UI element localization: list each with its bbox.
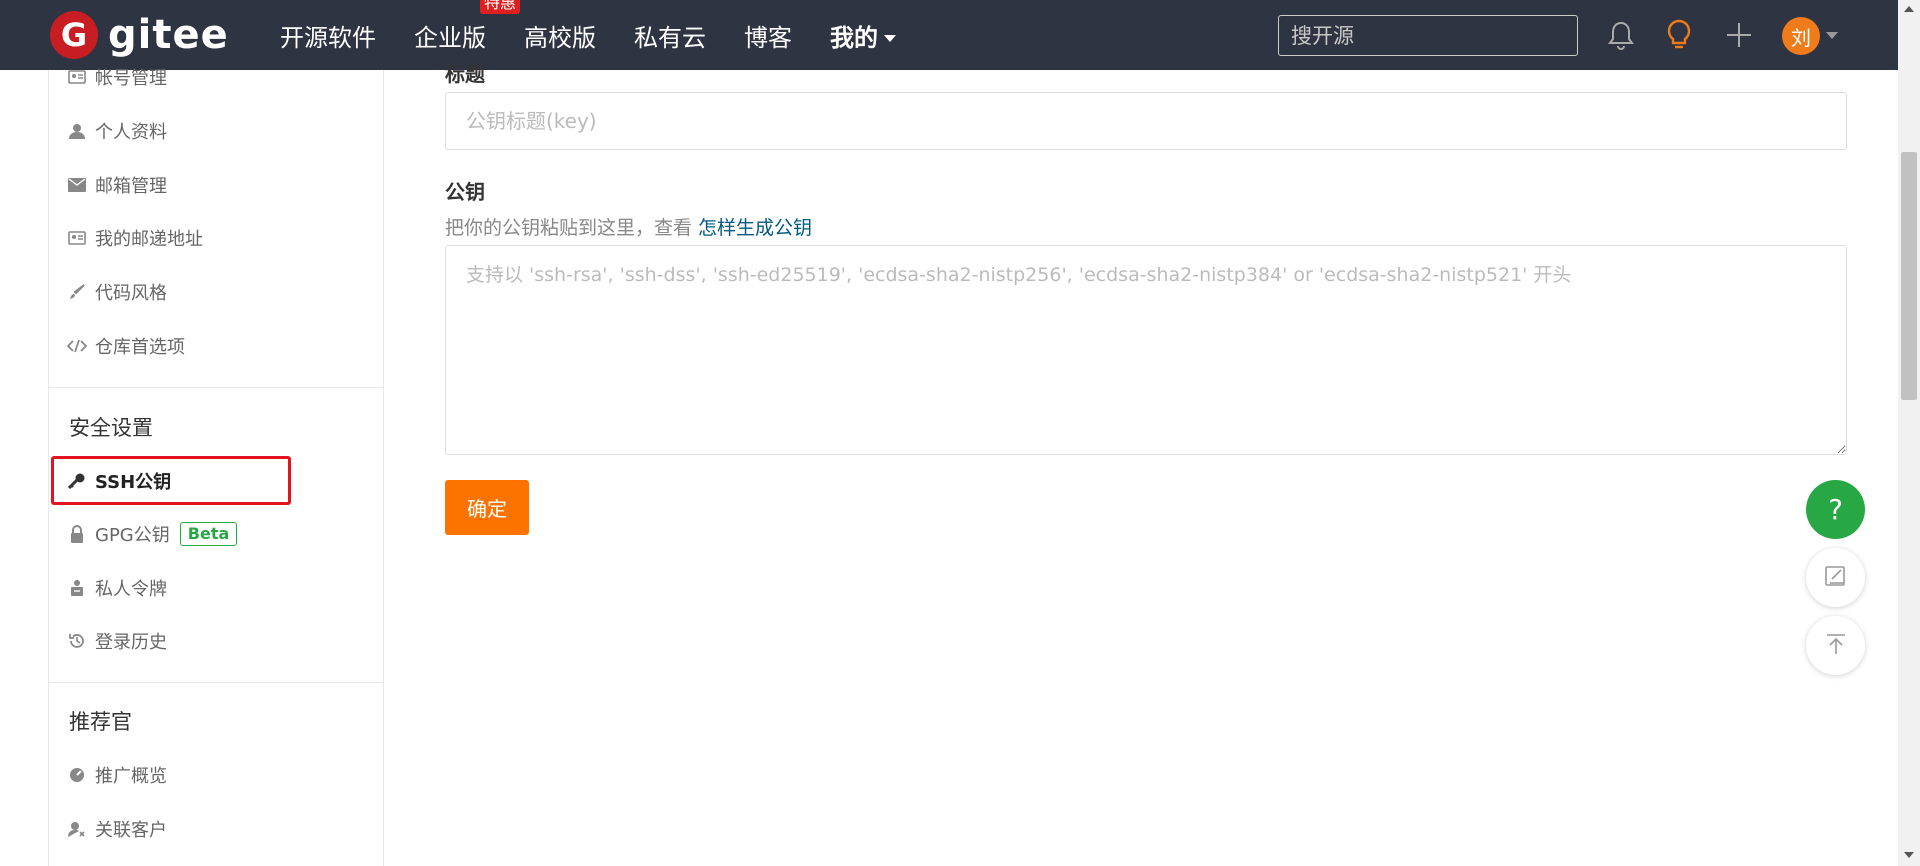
search-input[interactable]	[1278, 15, 1578, 56]
chevron-down-icon	[884, 35, 896, 42]
scroll-thumb[interactable]	[1901, 152, 1917, 400]
public-key-label: 公钥	[445, 180, 485, 204]
settings-sidebar: 帐号管理 个人资料 邮箱管理 我的邮递地址 代码风格 仓库首选项 安全设置 SS…	[48, 68, 384, 866]
sidebar-item-address[interactable]: 我的邮递地址	[67, 225, 203, 251]
help-button[interactable]: ?	[1806, 480, 1865, 539]
sidebar-item-linked-customers[interactable]: 关联客户	[67, 816, 167, 842]
avatar[interactable]: 刘	[1782, 17, 1820, 55]
key-icon	[67, 471, 87, 491]
divider	[49, 387, 383, 388]
code-icon	[67, 336, 87, 356]
user-link-icon	[67, 819, 87, 839]
nav-open-source[interactable]: 开源软件	[280, 18, 376, 53]
edit-icon	[1824, 564, 1848, 592]
sidebar-item-account[interactable]: 帐号管理	[67, 64, 167, 90]
history-icon	[67, 631, 87, 651]
how-to-generate-link[interactable]: 怎样生成公钥	[698, 217, 812, 239]
section-heading-security: 安全设置	[69, 416, 153, 440]
lightbulb-icon[interactable]	[1662, 18, 1696, 52]
lock-icon	[67, 524, 87, 544]
avatar-chevron-down-icon[interactable]	[1826, 32, 1838, 39]
logo-text: gitee	[108, 12, 229, 58]
nav-blog[interactable]: 博客	[744, 18, 792, 53]
sidebar-item-gpg-keys[interactable]: GPG公钥 Beta	[67, 521, 238, 547]
public-key-hint: 把你的公钥粘贴到这里，查看 怎样生成公钥	[445, 213, 812, 240]
nav-mine[interactable]: 我的	[830, 18, 896, 53]
brush-icon	[67, 282, 87, 302]
sidebar-item-code-style[interactable]: 代码风格	[67, 279, 167, 305]
feedback-button[interactable]	[1806, 548, 1865, 607]
envelope-icon	[67, 175, 87, 195]
public-key-textarea[interactable]	[445, 245, 1847, 455]
back-to-top-button[interactable]	[1806, 616, 1865, 675]
sidebar-item-repo-preferences[interactable]: 仓库首选项	[67, 333, 185, 359]
nav-education[interactable]: 高校版	[524, 18, 596, 53]
confirm-button[interactable]: 确定	[445, 480, 529, 535]
token-icon	[67, 578, 87, 598]
promo-badge: 特惠	[479, 0, 520, 14]
main-nav: 开源软件 企业版 特惠 高校版 私有云 博客 我的	[280, 0, 934, 70]
dashboard-icon	[67, 765, 87, 785]
id-card-icon	[67, 67, 87, 87]
nav-private-cloud[interactable]: 私有云	[634, 18, 706, 53]
sidebar-item-profile[interactable]: 个人资料	[67, 118, 167, 144]
sidebar-item-email[interactable]: 邮箱管理	[67, 172, 167, 198]
nav-enterprise[interactable]: 企业版 特惠	[414, 0, 520, 53]
scroll-down-arrow-icon[interactable]	[1904, 852, 1914, 858]
beta-badge: Beta	[179, 522, 238, 546]
hint-text: 把你的公钥粘贴到这里，查看	[445, 217, 699, 239]
sidebar-item-ssh-keys[interactable]: SSH公钥	[67, 468, 171, 494]
page-scrollbar[interactable]	[1898, 0, 1920, 866]
scroll-up-arrow-icon[interactable]	[1904, 6, 1914, 12]
user-icon	[67, 121, 87, 141]
plus-icon[interactable]	[1722, 18, 1756, 52]
address-card-icon	[67, 228, 87, 248]
top-navbar: G gitee 开源软件 企业版 特惠 高校版 私有云 博客 我的 刘	[0, 0, 1898, 70]
sidebar-item-access-tokens[interactable]: 私人令牌	[67, 575, 167, 601]
title-label: 标题	[445, 62, 485, 86]
gitee-logo[interactable]: G gitee	[50, 11, 229, 59]
sidebar-item-promotion-overview[interactable]: 推广概览	[67, 762, 167, 788]
bell-icon[interactable]	[1604, 18, 1638, 52]
arrow-up-icon	[1824, 632, 1848, 660]
logo-mark: G	[50, 11, 98, 59]
key-title-input[interactable]	[445, 92, 1847, 150]
divider	[49, 682, 383, 683]
section-heading-referral: 推荐官	[69, 710, 132, 734]
sidebar-item-login-history[interactable]: 登录历史	[67, 628, 167, 654]
